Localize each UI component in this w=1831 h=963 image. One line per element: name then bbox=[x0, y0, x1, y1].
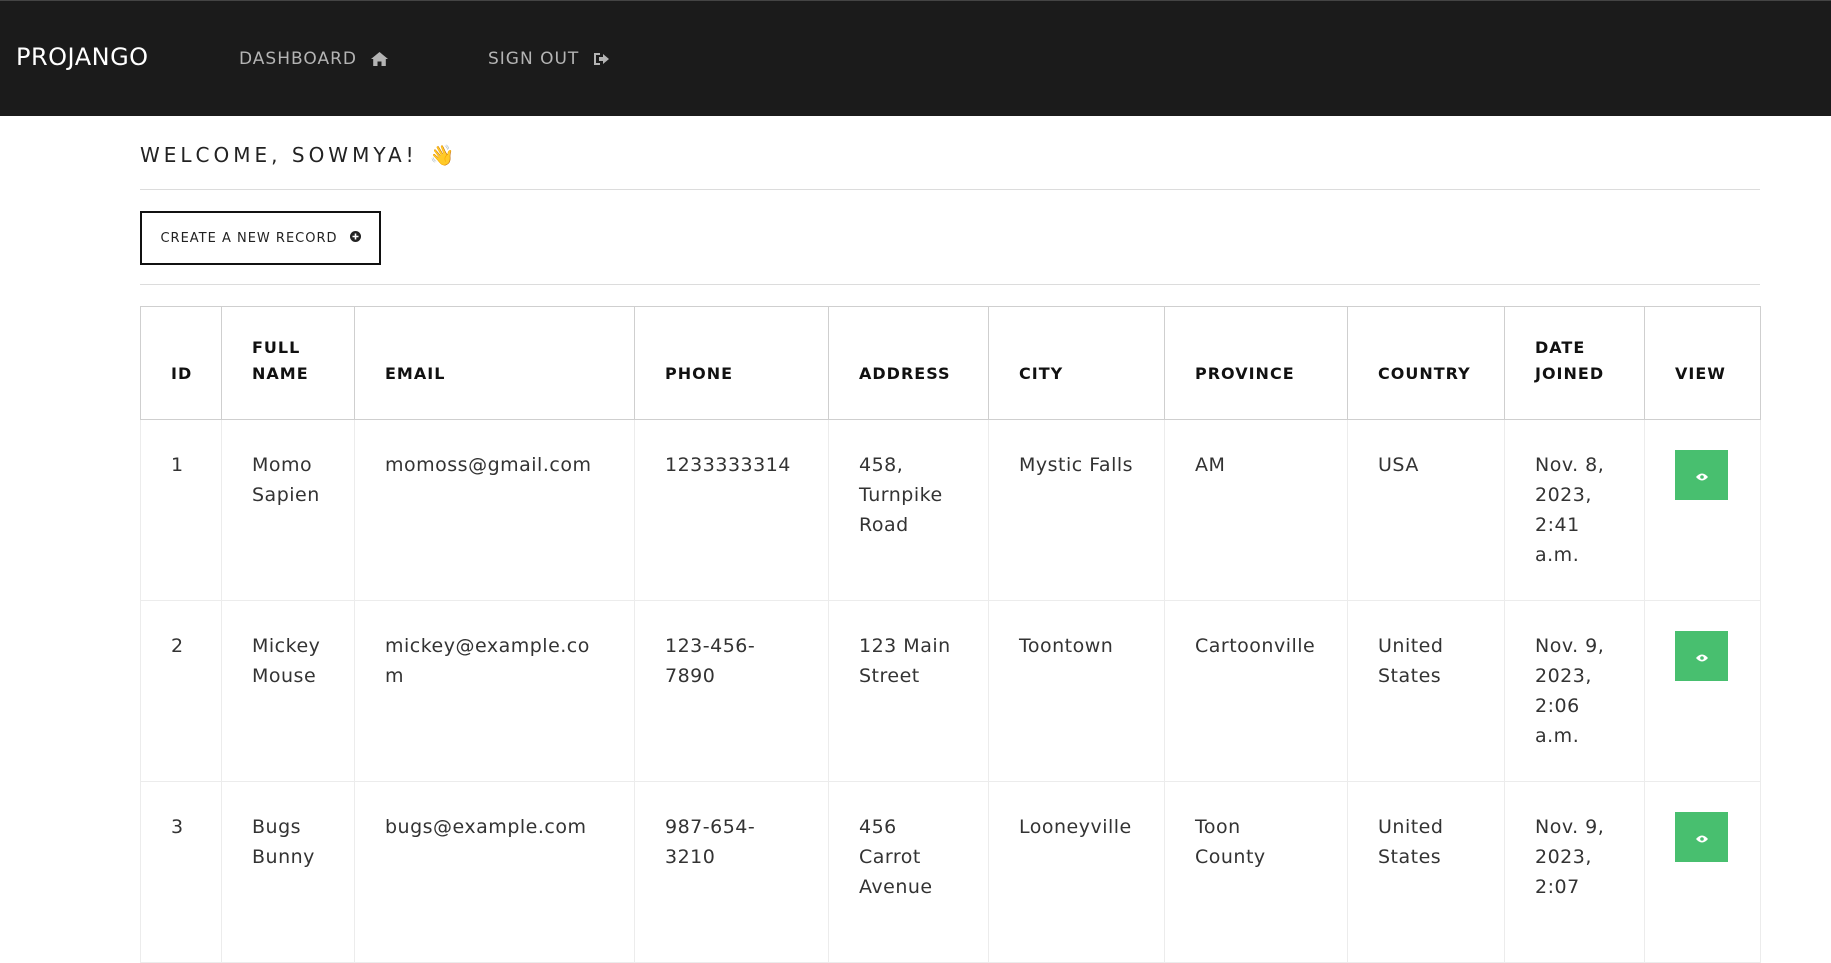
plus-circle-icon bbox=[349, 230, 361, 246]
cell-date-joined: Nov. 8, 2023, 2:41 a.m. bbox=[1504, 419, 1645, 601]
nav-signout-link[interactable]: SIGN OUT bbox=[488, 49, 610, 69]
cell-province: Toon County bbox=[1164, 781, 1348, 963]
cell-email: mickey@example.com bbox=[354, 600, 635, 782]
welcome-text: WELCOME, SOWMYA! bbox=[140, 143, 418, 167]
cell-city: Mystic Falls bbox=[988, 419, 1165, 601]
cell-address: 123 Main Street bbox=[828, 600, 989, 782]
cell-address: 456 Carrot Avenue bbox=[828, 781, 989, 963]
cell-full-name: Bugs Bunny bbox=[221, 781, 355, 963]
cell-country: United States bbox=[1347, 600, 1505, 782]
cell-phone: 123-456-7890 bbox=[634, 600, 829, 782]
header-id: ID bbox=[140, 306, 222, 420]
cell-date-joined: Nov. 9, 2023, 2:06 a.m. bbox=[1504, 600, 1645, 782]
sign-out-icon bbox=[593, 52, 610, 66]
home-icon bbox=[370, 52, 388, 66]
cell-date-joined: Nov. 9, 2023, 2:07 bbox=[1504, 781, 1645, 963]
eye-icon bbox=[1695, 460, 1708, 490]
header-full-name-line1: FULL bbox=[252, 338, 301, 357]
cell-email: momoss@gmail.com bbox=[354, 419, 635, 601]
view-record-button[interactable] bbox=[1675, 450, 1728, 500]
navbar: PROJANGO DASHBOARD SIGN OUT bbox=[0, 0, 1831, 116]
header-date-joined-line2: JOINED bbox=[1535, 364, 1605, 383]
nav-dashboard-label: DASHBOARD bbox=[239, 49, 357, 69]
cell-view bbox=[1644, 781, 1761, 963]
cell-city: Looneyville bbox=[988, 781, 1165, 963]
eye-icon bbox=[1695, 822, 1708, 852]
view-record-button[interactable] bbox=[1675, 631, 1728, 681]
cell-address: 458, Turnpike Road bbox=[828, 419, 989, 601]
table-row: 3 Bugs Bunny bugs@example.com 987-654-32… bbox=[140, 781, 1761, 963]
divider bbox=[140, 189, 1760, 190]
cell-phone: 987-654-3210 bbox=[634, 781, 829, 963]
header-date-joined: DATE JOINED bbox=[1504, 306, 1645, 420]
nav-dashboard-link[interactable]: DASHBOARD bbox=[239, 49, 388, 69]
header-view: VIEW bbox=[1644, 306, 1761, 420]
header-full-name-line2: NAME bbox=[252, 364, 309, 383]
records-table: ID FULL NAME EMAIL PHONE ADDRESS CITY PRO… bbox=[140, 306, 1761, 963]
header-province: PROVINCE bbox=[1164, 306, 1348, 420]
cell-province: Cartoonville bbox=[1164, 600, 1348, 782]
cell-view bbox=[1644, 600, 1761, 782]
header-country: COUNTRY bbox=[1347, 306, 1505, 420]
cell-view bbox=[1644, 419, 1761, 601]
cell-country: United States bbox=[1347, 781, 1505, 963]
header-phone: PHONE bbox=[634, 306, 829, 420]
wave-emoji: 👋 bbox=[429, 143, 459, 167]
divider bbox=[140, 284, 1760, 285]
header-full-name: FULL NAME bbox=[221, 306, 355, 420]
brand-logo[interactable]: PROJANGO bbox=[16, 43, 149, 71]
nav-signout-label: SIGN OUT bbox=[488, 49, 580, 69]
cell-full-name: Momo Sapien bbox=[221, 419, 355, 601]
view-record-button[interactable] bbox=[1675, 812, 1728, 862]
cell-id: 3 bbox=[140, 781, 222, 963]
header-address: ADDRESS bbox=[828, 306, 989, 420]
table-row: 1 Momo Sapien momoss@gmail.com 123333331… bbox=[140, 419, 1761, 601]
header-city: CITY bbox=[988, 306, 1165, 420]
header-date-joined-line1: DATE bbox=[1535, 338, 1586, 357]
cell-id: 2 bbox=[140, 600, 222, 782]
create-record-label: CREATE A NEW RECORD bbox=[160, 230, 338, 246]
cell-phone: 1233333314 bbox=[634, 419, 829, 601]
table-row: 2 Mickey Mouse mickey@example.com 123-45… bbox=[140, 600, 1761, 782]
table-header-row: ID FULL NAME EMAIL PHONE ADDRESS CITY PRO… bbox=[140, 306, 1761, 420]
eye-icon bbox=[1695, 641, 1708, 671]
cell-country: USA bbox=[1347, 419, 1505, 601]
cell-full-name: Mickey Mouse bbox=[221, 600, 355, 782]
cell-id: 1 bbox=[140, 419, 222, 601]
header-email: EMAIL bbox=[354, 306, 635, 420]
cell-email: bugs@example.com bbox=[354, 781, 635, 963]
cell-province: AM bbox=[1164, 419, 1348, 601]
cell-city: Toontown bbox=[988, 600, 1165, 782]
create-record-button[interactable]: CREATE A NEW RECORD bbox=[140, 211, 381, 265]
welcome-heading: WELCOME, SOWMYA! 👋 bbox=[140, 143, 459, 167]
